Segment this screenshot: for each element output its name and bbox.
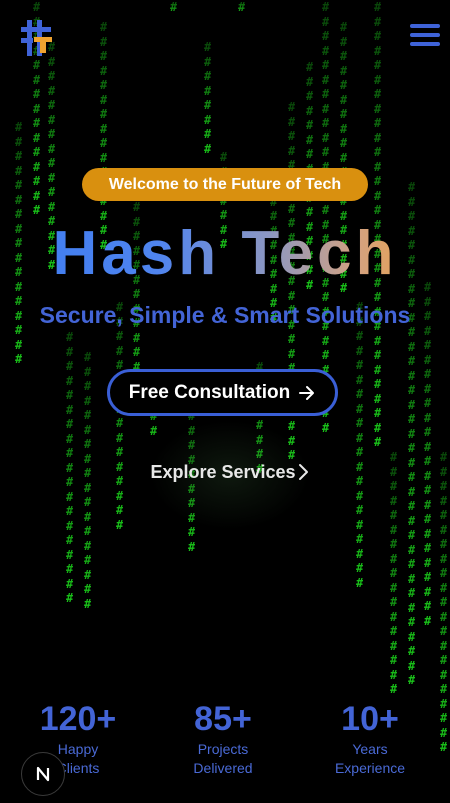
chevron-right-icon (298, 464, 308, 480)
next-n-icon[interactable] (21, 752, 65, 796)
free-consultation-button[interactable]: Free Consultation (107, 369, 338, 416)
hamburger-menu-icon[interactable] (410, 24, 440, 52)
stat-years-experience: 10+ Years Experience (300, 698, 440, 778)
explore-services-label: Explore Services (150, 461, 296, 482)
stat-value: 120+ (39, 700, 117, 738)
menu-bar (410, 33, 440, 37)
stat-label-line1: Projects (197, 741, 249, 757)
explore-services-button[interactable]: Explore Services (140, 456, 320, 488)
matrix-column: # # # # # # # # # # # # # # # # # # (84, 350, 92, 611)
hash-t-logo-icon[interactable] (18, 18, 58, 58)
stat-projects-delivered: 85+ Projects Delivered (153, 698, 293, 778)
stat-value: 85+ (194, 700, 252, 738)
welcome-badge: Welcome to the Future of Tech (82, 168, 368, 201)
stat-label-line2: Experience (334, 760, 406, 776)
stat-label-line1: Years (352, 741, 388, 757)
hero-title: Hash Tech (0, 218, 450, 290)
menu-bar (410, 24, 440, 28)
arrow-right-icon (299, 385, 315, 400)
menu-bar (410, 42, 440, 46)
site-header (0, 0, 450, 80)
stat-value: 10+ (341, 700, 399, 738)
matrix-column: # # # # # # # # # # # # # # # # # # # (66, 330, 74, 605)
matrix-column: # # # # # # # # # # # # # # # # # # # # … (424, 280, 432, 628)
hero-tagline: Secure, Simple & Smart Solutions (39, 302, 411, 328)
matrix-column: # # # # # # # # # # # # # # # # # (390, 450, 398, 696)
n-letter-icon (36, 766, 50, 782)
stat-label-line2: Delivered (193, 760, 253, 776)
matrix-column: # # # # # # # # # # # # # # # # (116, 300, 124, 532)
matrix-column: # # # # # # # # # # # # # # # # # # # # (356, 300, 364, 590)
free-consultation-label: Free Consultation (128, 381, 291, 403)
stats-section: 120+ Happy Clients 85+ Projects Delivere… (0, 698, 450, 788)
